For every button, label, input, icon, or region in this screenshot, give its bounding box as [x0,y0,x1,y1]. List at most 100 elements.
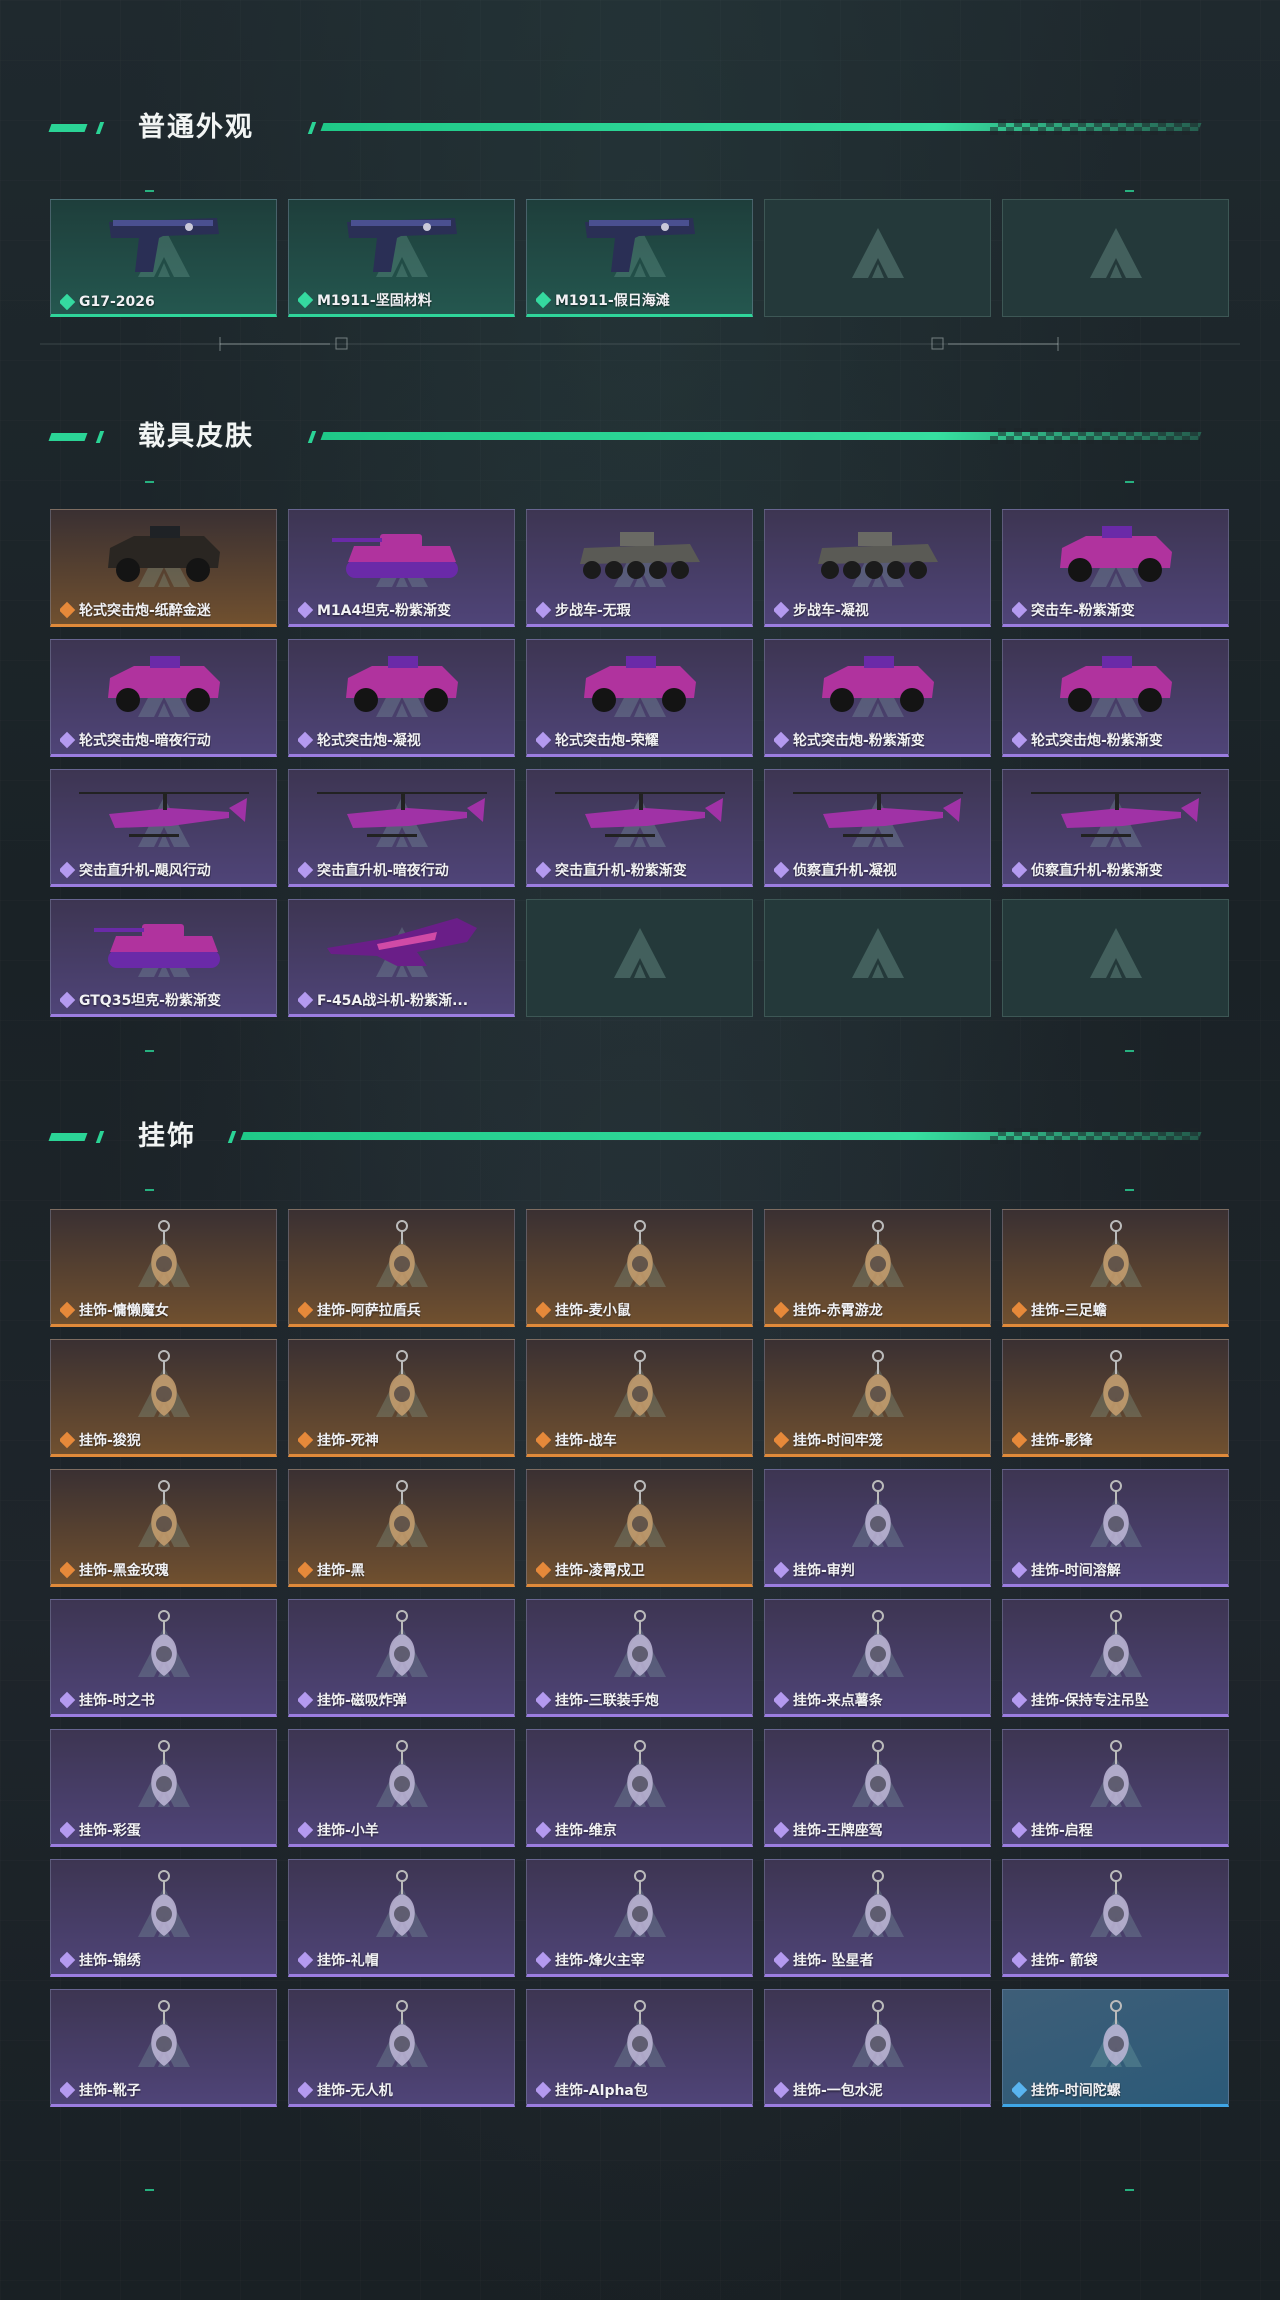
item-name: 挂饰- 箭袋 [1031,1953,1098,1969]
item-label-row: G17-2026 [60,294,268,310]
item-card[interactable]: 挂饰-启程 [1002,1729,1229,1847]
item-name: G17-2026 [79,294,155,310]
item-card[interactable]: 挂饰-保持专注吊坠 [1002,1599,1229,1717]
item-card[interactable]: 挂饰-无人机 [288,1989,515,2107]
item-card[interactable]: 挂饰-死神 [288,1339,515,1457]
item-card[interactable]: 挂饰-战车 [526,1339,753,1457]
item-card[interactable]: 挂饰-彩蛋 [50,1729,277,1847]
ruler-decoration [40,337,1240,351]
item-card[interactable]: 挂饰-审判 [764,1469,991,1587]
item-label-row: 挂饰- 箭袋 [1012,1950,1220,1970]
item-card[interactable]: 步战车-凝视 [764,509,991,627]
item-card[interactable]: 轮式突击炮-纸醉金迷 [50,509,277,627]
item-name: 挂饰-锦绣 [79,1953,141,1969]
item-card[interactable]: 突击直升机-飓风行动 [50,769,277,887]
item-card[interactable]: 挂饰-烽火主宰 [526,1859,753,1977]
item-card[interactable]: M1911-假日海滩 [526,199,753,317]
item-card[interactable]: 轮式突击炮-粉紫渐变 [764,639,991,757]
item-card[interactable]: GTQ35坦克-粉紫渐变 [50,899,277,1017]
charm-icon [626,1480,653,1546]
item-card[interactable]: 突击直升机-粉紫渐变 [526,769,753,887]
rarity-diamond-icon [536,1431,552,1449]
item-card[interactable]: 挂饰-一包水泥 [764,1989,991,2107]
empty-slot-card [1002,199,1229,317]
item-name: 轮式突击炮-纸醉金迷 [79,603,211,619]
section-title: 载具皮肤 [138,421,254,452]
item-card[interactable]: 挂饰-维京 [526,1729,753,1847]
item-card[interactable]: 轮式突击炮-粉紫渐变 [1002,639,1229,757]
item-label-row: 挂饰-凌霄戍卫 [536,1560,744,1580]
item-card[interactable]: 挂饰- 坠星者 [764,1859,991,1977]
item-card[interactable]: 挂饰-礼帽 [288,1859,515,1977]
item-card[interactable]: 挂饰-时之书 [50,1599,277,1717]
rarity-diamond-icon [60,1301,76,1319]
item-card[interactable]: 挂饰-来点薯条 [764,1599,991,1717]
item-label-row: M1911-假日海滩 [536,290,744,310]
item-card[interactable]: 挂饰-三联装手炮 [526,1599,753,1717]
scout-helicopter-icon [792,792,963,837]
item-card[interactable]: 挂饰-磁吸炸弹 [288,1599,515,1717]
item-card[interactable]: 挂饰-王牌座驾 [764,1729,991,1847]
charm-icon [626,1610,653,1676]
item-card[interactable]: 轮式突击炮-荣耀 [526,639,753,757]
item-card[interactable]: 轮式突击炮-暗夜行动 [50,639,277,757]
item-card[interactable]: 挂饰-狻猊 [50,1339,277,1457]
item-label-row: 步战车-无瑕 [536,600,744,620]
item-card[interactable]: G17-2026 [50,199,277,317]
item-card[interactable]: 挂饰-时间陀螺 [1002,1989,1229,2107]
delta-logo-icon [613,928,666,978]
item-card[interactable]: 挂饰-阿萨拉盾兵 [288,1209,515,1327]
rarity-diamond-icon [536,731,552,749]
item-name: 步战车-凝视 [793,603,869,619]
item-card[interactable]: 挂饰-时间牢笼 [764,1339,991,1457]
attack-helicopter-icon [316,792,487,837]
item-card[interactable]: 挂饰-锦绣 [50,1859,277,1977]
item-card[interactable]: 挂饰-时间溶解 [1002,1469,1229,1587]
item-card[interactable]: 挂饰-麦小鼠 [526,1209,753,1327]
pistol-icon [346,218,457,272]
item-card[interactable]: 挂饰-靴子 [50,1989,277,2107]
item-name: 突击直升机-暗夜行动 [317,863,449,879]
item-card[interactable]: 挂饰-凌霄戍卫 [526,1469,753,1587]
item-card[interactable]: 挂饰-小羊 [288,1729,515,1847]
rarity-diamond-icon [298,1691,314,1709]
item-name: 挂饰-狻猊 [79,1433,141,1449]
item-card[interactable]: 挂饰-Alpha包 [526,1989,753,2107]
item-card[interactable]: 步战车-无瑕 [526,509,753,627]
item-name: 挂饰-慵懒魔女 [79,1303,169,1319]
charm-icon [150,1480,177,1546]
item-card[interactable]: F-45A战斗机-粉紫渐... [288,899,515,1017]
item-name: 突击直升机-粉紫渐变 [555,863,687,879]
item-card[interactable]: 挂饰- 箭袋 [1002,1859,1229,1977]
item-card[interactable]: M1911-坚固材料 [288,199,515,317]
item-label-row: 轮式突击炮-粉紫渐变 [774,730,982,750]
item-label-row: 侦察直升机-凝视 [774,860,982,880]
item-card[interactable]: 突击车-粉紫渐变 [1002,509,1229,627]
item-card[interactable]: 侦察直升机-粉紫渐变 [1002,769,1229,887]
item-name: 轮式突击炮-粉紫渐变 [1031,733,1163,749]
armored-vehicle-icon [583,656,696,712]
item-card[interactable]: 挂饰-赤霄游龙 [764,1209,991,1327]
item-card[interactable]: 挂饰-慵懒魔女 [50,1209,277,1327]
rarity-diamond-icon [60,991,76,1009]
charm-icon [1102,1740,1129,1806]
item-card[interactable]: 突击直升机-暗夜行动 [288,769,515,887]
item-card[interactable]: 挂饰-影锋 [1002,1339,1229,1457]
charm-icon [864,1740,891,1806]
item-card[interactable]: 挂饰-黑金玫瑰 [50,1469,277,1587]
armored-vehicle-icon [821,656,934,712]
item-name: 挂饰-保持专注吊坠 [1031,1693,1149,1709]
item-card[interactable]: M1A4坦克-粉紫渐变 [288,509,515,627]
rarity-diamond-icon [1012,1431,1028,1449]
attack-helicopter-icon [78,792,249,837]
assault-vehicle-icon [1059,526,1172,582]
item-card[interactable]: 轮式突击炮-凝视 [288,639,515,757]
item-card[interactable]: 挂饰-三足蟾 [1002,1209,1229,1327]
item-card[interactable]: 侦察直升机-凝视 [764,769,991,887]
rarity-diamond-icon [774,1951,790,1969]
corner-marker [1125,1189,1134,1191]
rarity-diamond-icon [536,601,552,619]
rarity-diamond-icon [1012,1691,1028,1709]
item-card[interactable]: 挂饰-黑 [288,1469,515,1587]
item-name: 挂饰-时间牢笼 [793,1433,883,1449]
